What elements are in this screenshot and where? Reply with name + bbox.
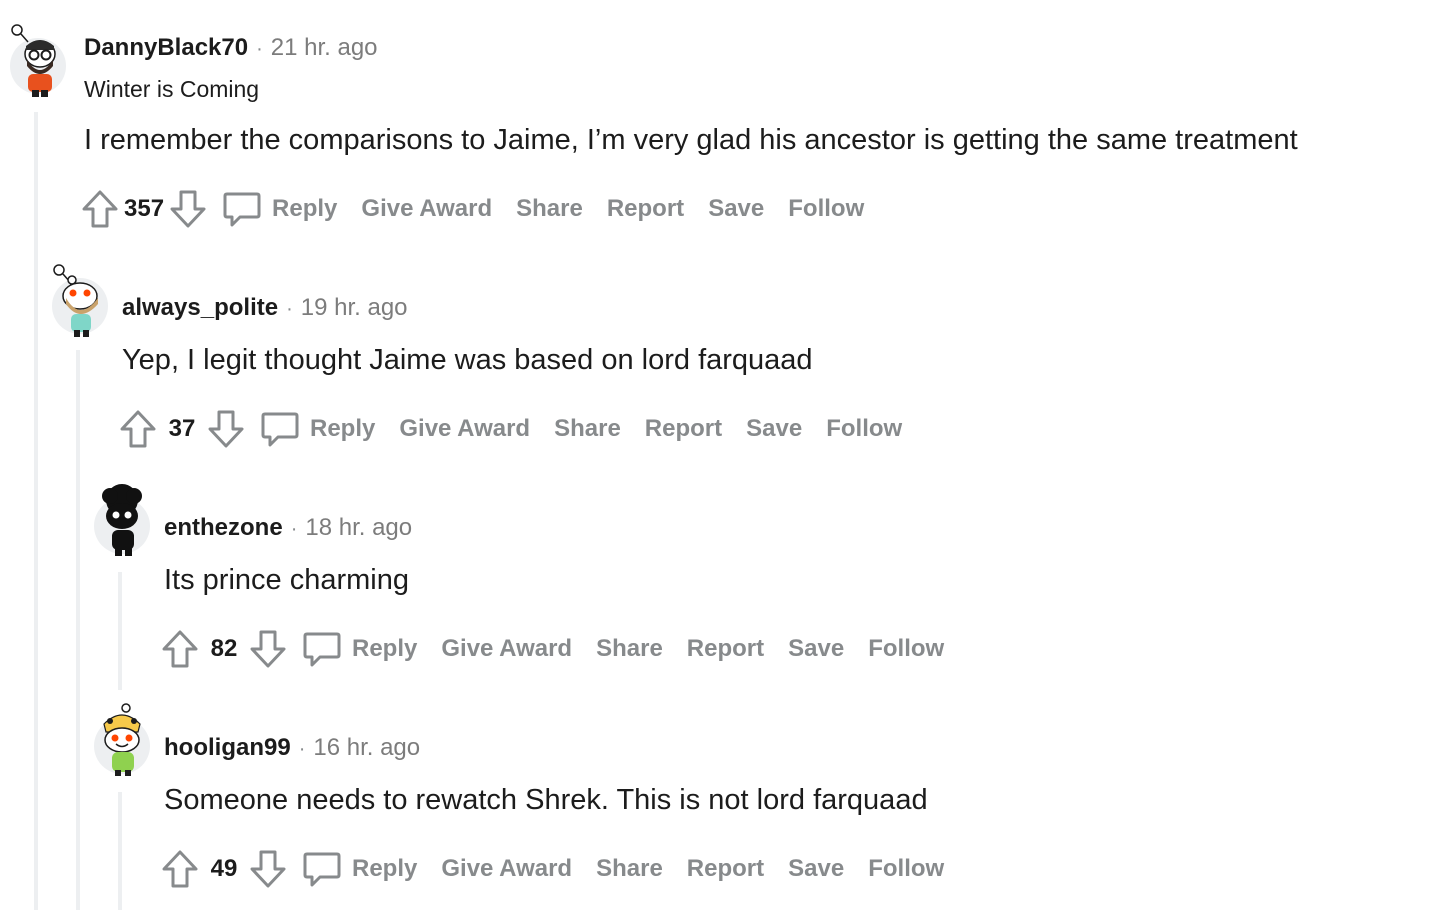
follow-button[interactable]: Follow [788, 195, 864, 223]
save-button[interactable]: Save [746, 415, 802, 443]
reply-label: Reply [352, 635, 418, 662]
give-award-button[interactable]: Give Award [399, 415, 530, 443]
timestamp[interactable]: 19 hr. ago [301, 294, 408, 322]
username[interactable]: hooligan99 [164, 734, 291, 762]
comment-meta: hooligan99 · 16 hr. ago [164, 734, 420, 762]
timestamp[interactable]: 16 hr. ago [313, 734, 420, 762]
user-flair: Winter is Coming [84, 76, 260, 102]
vote-score: 49 [210, 855, 238, 882]
timestamp[interactable]: 21 hr. ago [271, 34, 378, 62]
share-button[interactable]: Share [596, 855, 663, 883]
report-button[interactable]: Report [687, 635, 764, 663]
reply-button[interactable]: Reply [222, 189, 337, 229]
comment-body: Its prince charming [164, 564, 409, 596]
comment-body: Yep, I legit thought Jaime was based on … [122, 344, 813, 376]
share-button[interactable]: Share [596, 635, 663, 663]
upvote-button[interactable] [80, 187, 120, 231]
downvote-button[interactable] [248, 627, 288, 671]
comment-body: Someone needs to rewatch Shrek. This is … [164, 784, 928, 816]
share-button[interactable]: Share [554, 415, 621, 443]
reply-label: Reply [352, 855, 418, 882]
avatar[interactable] [92, 482, 150, 556]
comment-meta: enthezone · 18 hr. ago [164, 514, 412, 542]
follow-button[interactable]: Follow [826, 415, 902, 443]
upvote-button[interactable] [118, 407, 158, 451]
upvote-button[interactable] [160, 627, 200, 671]
separator-dot: · [298, 738, 306, 760]
thread-line-depth2a[interactable] [118, 572, 122, 690]
upvote-icon [82, 190, 118, 228]
username[interactable]: DannyBlack70 [84, 34, 248, 62]
comment-bubble-icon [303, 632, 341, 667]
give-award-button[interactable]: Give Award [361, 195, 492, 223]
upvote-icon [162, 630, 198, 668]
username[interactable]: always_polite [122, 294, 278, 322]
downvote-button[interactable] [248, 847, 288, 891]
comment-actions: 82 Reply Give Award Share Report Save Fo… [160, 627, 944, 671]
upvote-icon [162, 850, 198, 888]
save-button[interactable]: Save [788, 855, 844, 883]
comment-actions: 37 Reply Give Award Share Report Save Fo… [118, 407, 902, 451]
separator-dot: · [256, 38, 263, 60]
timestamp[interactable]: 18 hr. ago [305, 514, 412, 542]
username[interactable]: enthezone [164, 514, 283, 542]
downvote-button[interactable] [206, 407, 246, 451]
comment-bubble-icon [261, 412, 299, 447]
comment-meta: DannyBlack70 · 21 hr. ago [84, 34, 378, 62]
reply-label: Reply [272, 195, 338, 222]
follow-button[interactable]: Follow [868, 635, 944, 663]
comment-bubble-icon [303, 852, 341, 887]
downvote-icon [170, 190, 206, 228]
give-award-button[interactable]: Give Award [441, 855, 572, 883]
avatar[interactable] [50, 262, 108, 337]
reply-label: Reply [310, 415, 376, 442]
upvote-button[interactable] [160, 847, 200, 891]
comment-body: I remember the comparisons to Jaime, I’m… [84, 124, 1298, 156]
comment-actions: 357 Reply Give Award Share Report Save F… [80, 187, 864, 231]
thread-line-depth2b[interactable] [118, 792, 122, 910]
reply-button[interactable]: Reply [260, 409, 375, 449]
downvote-icon [250, 850, 286, 888]
avatar[interactable] [8, 22, 66, 97]
reply-button[interactable]: Reply [302, 629, 417, 669]
thread-line-depth0[interactable] [34, 112, 38, 910]
separator-dot: · [290, 518, 298, 540]
comment-bubble-icon [223, 192, 261, 227]
vote-score: 37 [168, 415, 196, 442]
comment-actions: 49 Reply Give Award Share Report Save Fo… [160, 847, 944, 891]
vote-score: 357 [124, 195, 165, 222]
follow-button[interactable]: Follow [868, 855, 944, 883]
report-button[interactable]: Report [687, 855, 764, 883]
upvote-icon [120, 410, 156, 448]
avatar[interactable] [92, 702, 150, 776]
downvote-icon [208, 410, 244, 448]
share-button[interactable]: Share [516, 195, 583, 223]
vote-score: 82 [210, 635, 238, 662]
downvote-button[interactable] [168, 187, 208, 231]
comment-meta: always_polite · 19 hr. ago [122, 294, 408, 322]
reply-button[interactable]: Reply [302, 849, 417, 889]
report-button[interactable]: Report [607, 195, 684, 223]
give-award-button[interactable]: Give Award [441, 635, 572, 663]
report-button[interactable]: Report [645, 415, 722, 443]
downvote-icon [250, 630, 286, 668]
thread-line-depth1[interactable] [76, 350, 80, 910]
save-button[interactable]: Save [708, 195, 764, 223]
save-button[interactable]: Save [788, 635, 844, 663]
separator-dot: · [286, 298, 293, 320]
